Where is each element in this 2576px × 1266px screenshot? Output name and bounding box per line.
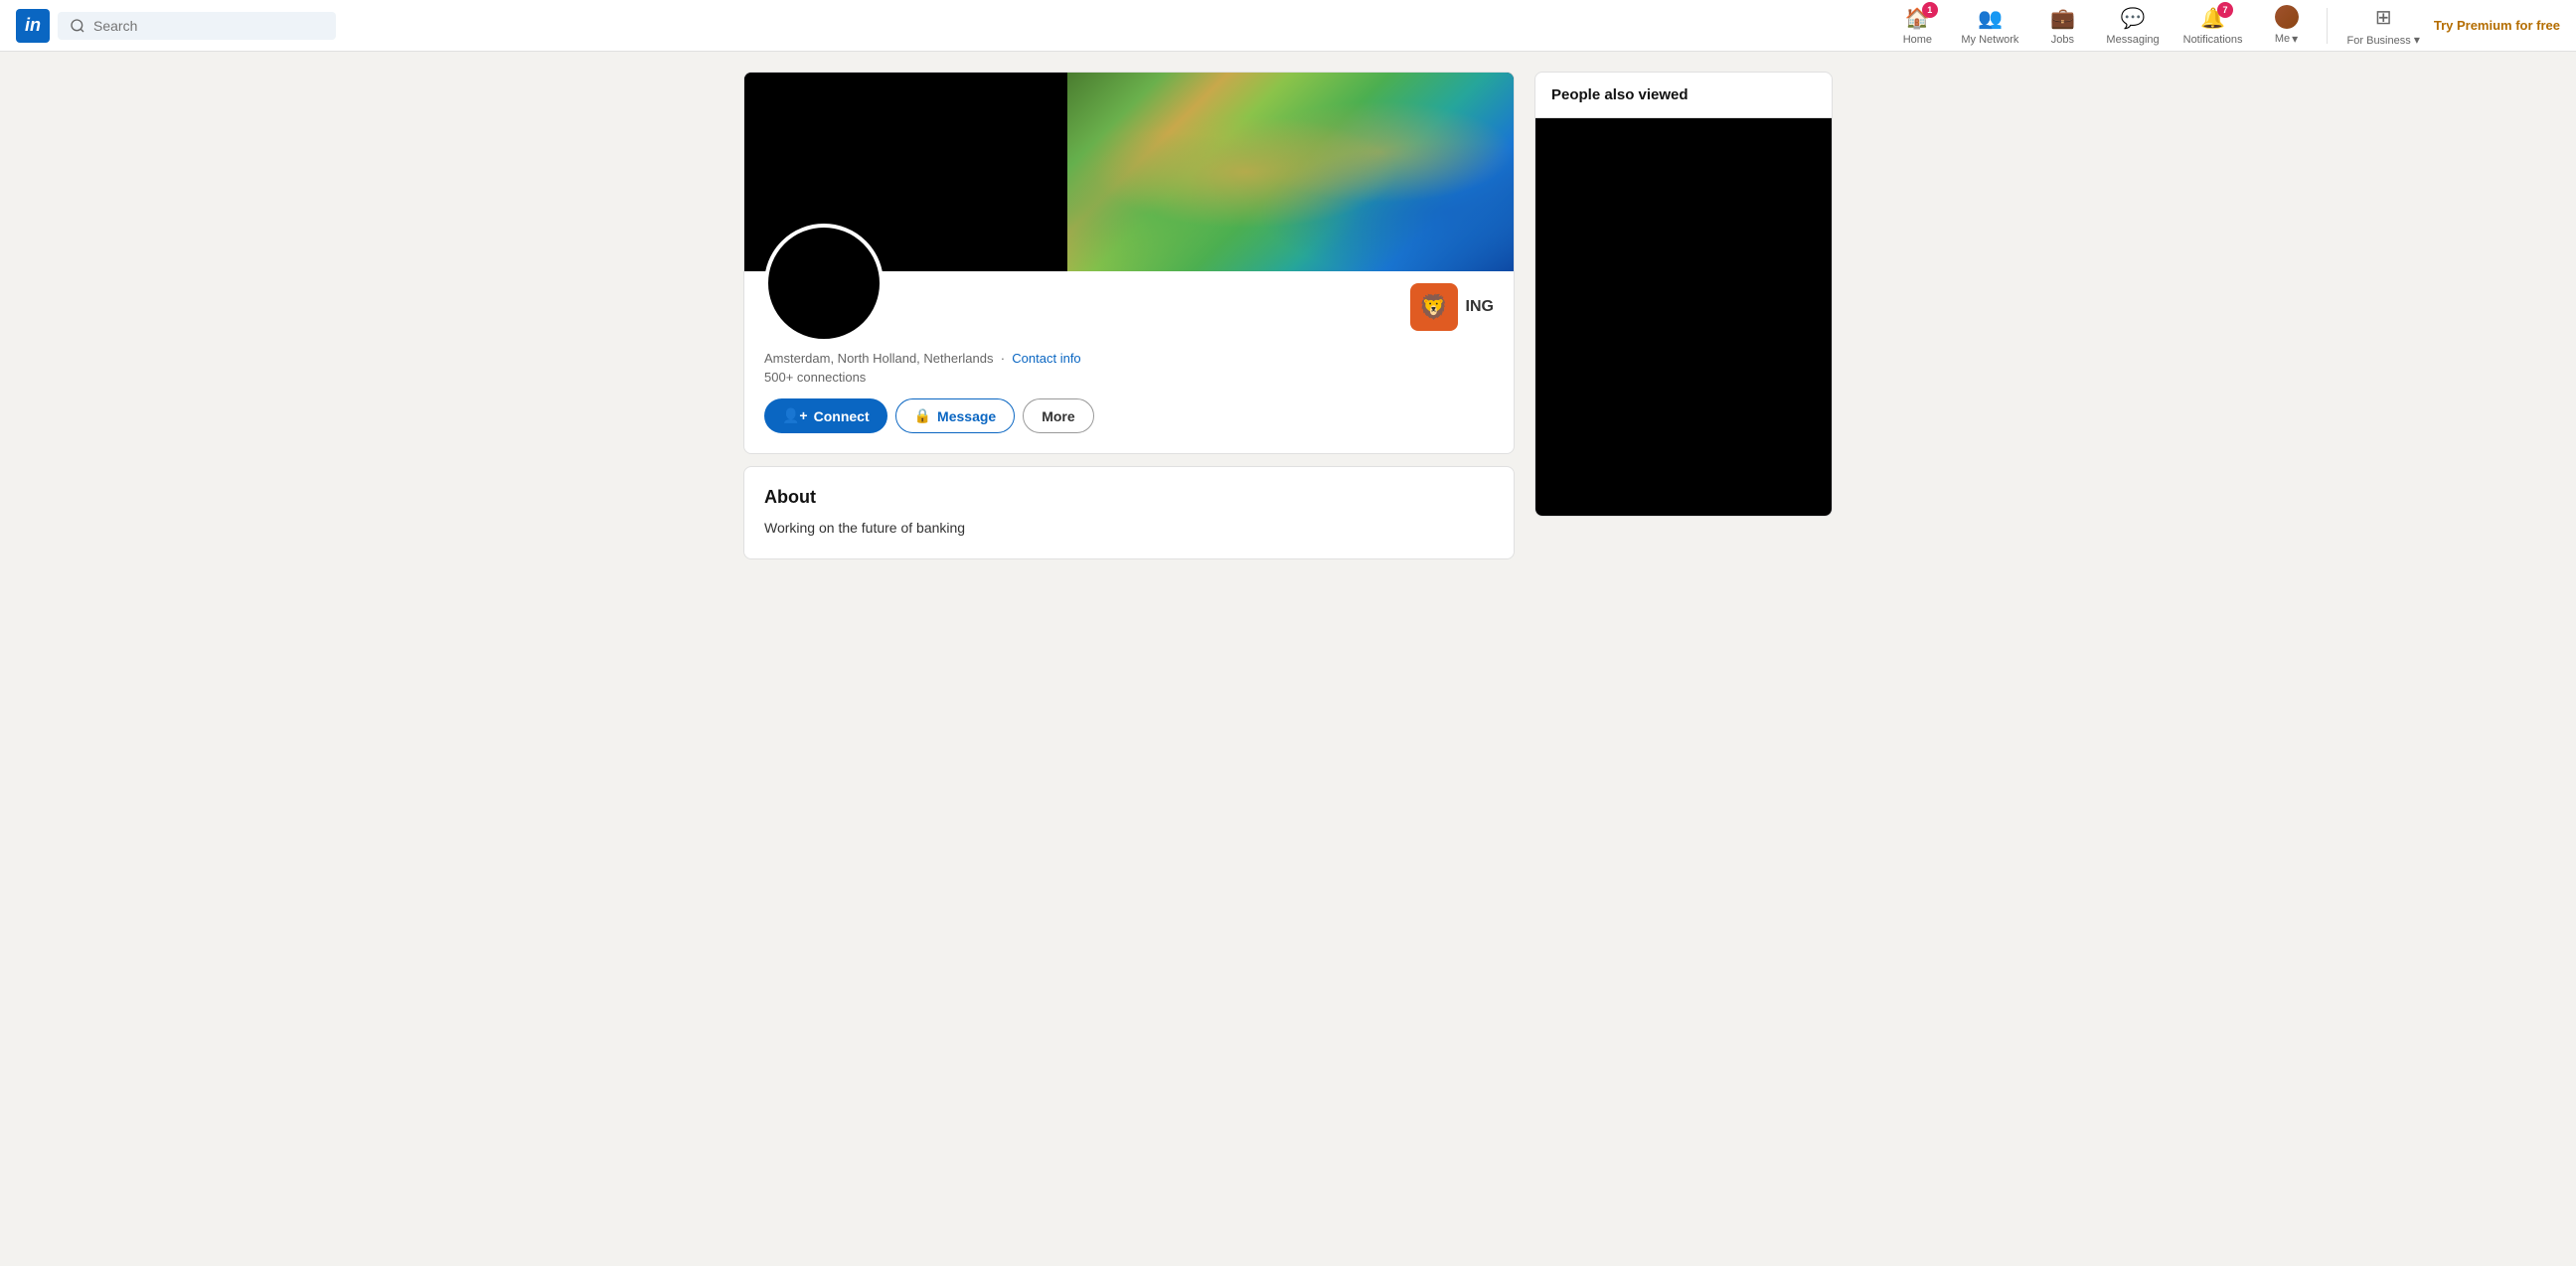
nav-for-business[interactable]: ⊞ For Business — [2337, 5, 2430, 47]
search-input[interactable] — [93, 18, 324, 34]
nav-messaging[interactable]: 💬 Messaging — [2096, 6, 2169, 46]
nav-me[interactable]: Me — [2257, 5, 2317, 46]
search-bar[interactable] — [58, 12, 336, 40]
about-text: Working on the future of banking — [764, 518, 1494, 539]
connect-icon: 👤+ — [782, 407, 808, 424]
sidebar: People also viewed — [1534, 72, 1833, 559]
logo-text: in — [25, 15, 41, 36]
main-content: 🦁 ING Amsterdam, North Holland, Netherla… — [743, 72, 1515, 559]
notifications-badge: 7 — [2217, 2, 2233, 18]
profile-avatar-area: 🦁 ING — [764, 283, 1494, 343]
connect-button[interactable]: 👤+ Connect — [764, 398, 887, 433]
profile-connections: 500+ connections — [764, 370, 1494, 385]
company-logo: 🦁 ING — [1410, 283, 1494, 331]
grid-icon: ⊞ — [2375, 5, 2392, 30]
profile-actions: 👤+ Connect 🔒 Message More — [764, 398, 1494, 433]
messaging-icon: 💬 — [2121, 6, 2146, 31]
avatar — [2275, 5, 2299, 29]
page-layout: 🦁 ING Amsterdam, North Holland, Netherla… — [727, 72, 1849, 559]
lock-icon: 🔒 — [914, 407, 931, 424]
profile-card: 🦁 ING Amsterdam, North Holland, Netherla… — [743, 72, 1515, 454]
people-also-viewed-title: People also viewed — [1535, 73, 1832, 118]
nav-notifications-label: Notifications — [2183, 34, 2243, 46]
people-also-viewed-body — [1535, 118, 1832, 516]
nav-for-business-label: For Business — [2347, 33, 2420, 47]
main-nav: 🏠 1 Home 👥 My Network 💼 Jobs 💬 Messaging… — [1887, 5, 2560, 47]
nav-messaging-label: Messaging — [2106, 34, 2159, 46]
nav-home[interactable]: 🏠 1 Home — [1887, 6, 1947, 46]
company-name: ING — [1466, 298, 1494, 316]
jobs-icon: 💼 — [2050, 6, 2075, 31]
nav-jobs[interactable]: 💼 Jobs — [2032, 6, 2092, 46]
nav-jobs-label: Jobs — [2051, 34, 2074, 46]
people-also-viewed-card: People also viewed — [1534, 72, 1833, 517]
more-button[interactable]: More — [1023, 398, 1093, 433]
try-premium-link[interactable]: Try Premium for free — [2434, 18, 2560, 33]
nav-divider — [2327, 8, 2328, 44]
nav-my-network-label: My Network — [1961, 34, 2018, 46]
notifications-icon: 🔔 7 — [2200, 6, 2225, 31]
navbar: in 🏠 1 Home 👥 My Network 💼 Jobs 💬 — [0, 0, 2576, 52]
message-button[interactable]: 🔒 Message — [895, 398, 1016, 433]
about-title: About — [764, 487, 1494, 508]
home-badge: 1 — [1922, 2, 1938, 18]
contact-info-link[interactable]: Contact info — [1012, 351, 1080, 366]
cover-terrain — [1067, 73, 1514, 271]
nav-home-label: Home — [1903, 34, 1932, 46]
nav-my-network[interactable]: 👥 My Network — [1951, 6, 2028, 46]
linkedin-logo[interactable]: in — [16, 9, 50, 43]
search-icon — [70, 18, 85, 34]
profile-body: 🦁 ING Amsterdam, North Holland, Netherla… — [744, 271, 1514, 453]
company-logo-icon: 🦁 — [1410, 283, 1458, 331]
profile-avatar — [764, 224, 884, 343]
nav-notifications[interactable]: 🔔 7 Notifications — [2174, 6, 2253, 46]
my-network-icon: 👥 — [1978, 6, 2003, 31]
nav-me-label: Me — [2275, 32, 2298, 46]
home-icon: 🏠 1 — [1905, 6, 1930, 31]
about-card: About Working on the future of banking — [743, 466, 1515, 559]
profile-location: Amsterdam, North Holland, Netherlands · … — [764, 351, 1494, 366]
